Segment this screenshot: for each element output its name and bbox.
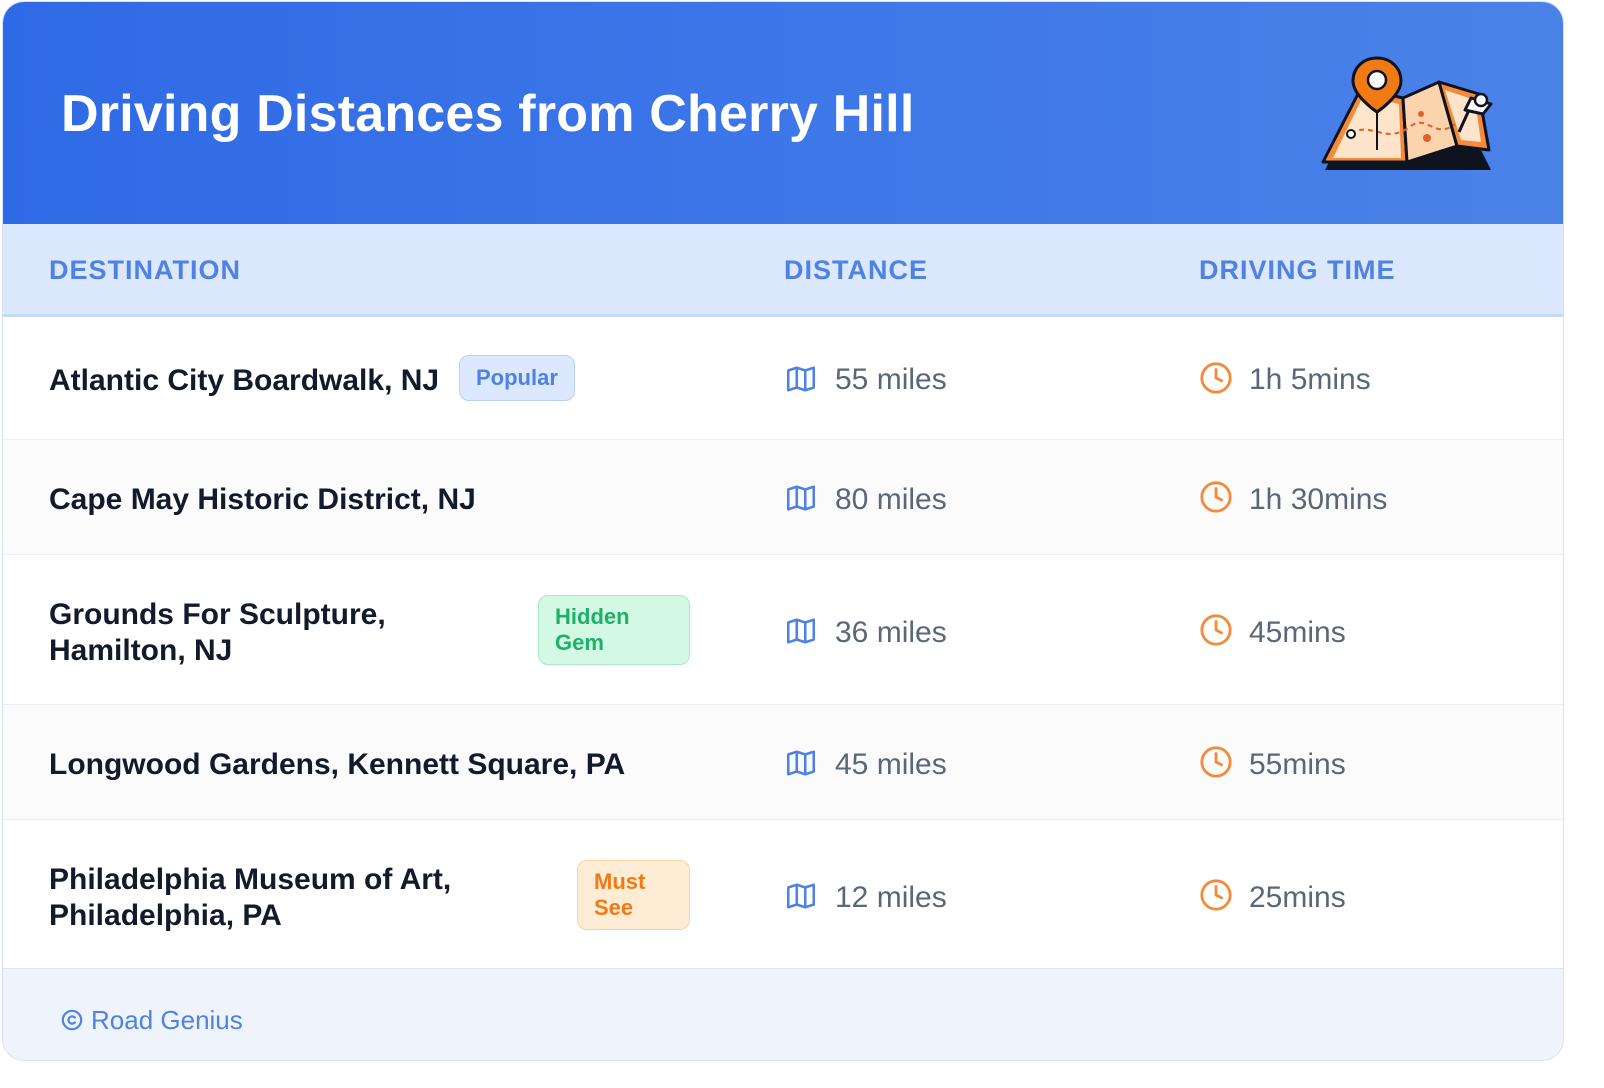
driving-time-value: 25mins — [1249, 881, 1346, 914]
popular-badge: Popular — [459, 355, 575, 401]
column-header-distance[interactable]: DISTANCE — [784, 254, 928, 286]
distance-value: 55 miles — [835, 363, 947, 396]
column-header-driving-time[interactable]: DRIVING TIME — [1199, 254, 1396, 286]
destination-name: Philadelphia Museum of Art, Philadelphia… — [49, 863, 452, 932]
table-row[interactable]: Grounds For Sculpture, Hamilton, NJ Hidd… — [3, 555, 1563, 705]
map-icon — [786, 750, 816, 776]
clock-icon — [1200, 614, 1232, 646]
driving-time-value: 55mins — [1249, 748, 1346, 781]
footer: Road Genius — [3, 968, 1563, 1060]
footer-text: Road Genius — [91, 1005, 243, 1035]
table-row[interactable]: Philadelphia Museum of Art, Philadelphia… — [3, 820, 1563, 968]
copyright-icon — [61, 1009, 83, 1031]
distance-value: 12 miles — [835, 881, 947, 914]
destination-name: Atlantic City Boardwalk, NJ — [49, 364, 440, 397]
footer-credit[interactable]: Road Genius — [61, 1005, 243, 1035]
distance-value: 80 miles — [835, 483, 947, 516]
destination-name: Longwood Gardens, Kennett Square, PA — [49, 748, 626, 781]
driving-time-value: 1h 30mins — [1249, 483, 1388, 516]
clock-icon — [1200, 746, 1232, 778]
driving-time-value: 45mins — [1249, 616, 1346, 649]
map-icon — [786, 883, 816, 909]
must-see-badge: Must See — [577, 860, 690, 930]
page-title: Driving Distances from Cherry Hill — [61, 85, 915, 143]
table-row[interactable]: Longwood Gardens, Kennett Square, PA 45 … — [3, 705, 1563, 820]
column-header-destination[interactable]: DESTINATION — [49, 254, 241, 286]
table-row[interactable]: Atlantic City Boardwalk, NJ Popular 55 m… — [3, 317, 1563, 440]
clock-icon — [1200, 879, 1232, 911]
map-icon — [786, 366, 816, 392]
destination-name: Cape May Historic District, NJ — [49, 483, 476, 516]
hidden-gem-badge: Hidden Gem — [538, 595, 690, 665]
driving-time-value: 1h 5mins — [1249, 363, 1371, 396]
distance-value: 36 miles — [835, 616, 947, 649]
header-banner: Driving Distances from Cherry Hill — [3, 2, 1563, 224]
map-pin-illustration-icon — [1321, 56, 1493, 170]
clock-icon — [1200, 481, 1232, 513]
distance-value: 45 miles — [835, 748, 947, 781]
clock-icon — [1200, 362, 1232, 394]
map-icon — [786, 485, 816, 511]
destination-name: Grounds For Sculpture, Hamilton, NJ — [49, 598, 386, 667]
table-row[interactable]: Cape May Historic District, NJ 80 miles … — [3, 440, 1563, 555]
map-icon — [786, 618, 816, 644]
table-header-row: DESTINATION DISTANCE DRIVING TIME — [3, 224, 1563, 317]
distance-table-card: Driving Distances from Cherry Hill DESTI… — [2, 1, 1564, 1061]
